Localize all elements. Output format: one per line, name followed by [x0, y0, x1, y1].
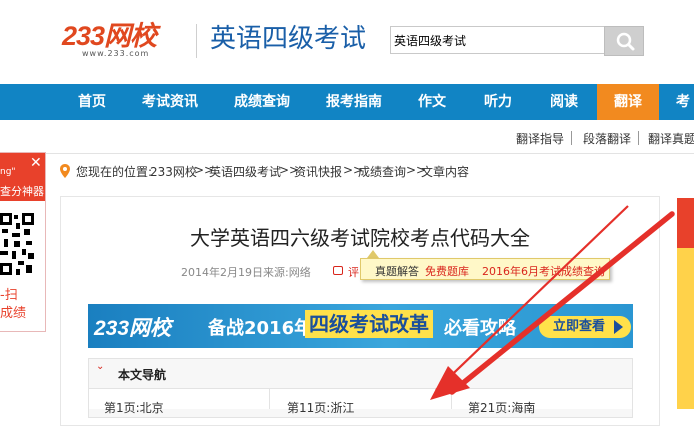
toc-item[interactable]: 第11页:浙江: [287, 399, 354, 416]
logo-brand: 233网校: [62, 21, 157, 51]
floating-ad-line3: -扫: [0, 288, 18, 303]
toc-item[interactable]: 第1页:北京: [104, 399, 164, 416]
breadcrumb-item[interactable]: 资讯快报: [294, 163, 342, 180]
search-input[interactable]: [390, 26, 604, 54]
toc-row: [89, 389, 632, 409]
toc-separator: [269, 389, 270, 409]
tooltip-link-free-questions[interactable]: 免费题库: [425, 263, 469, 279]
floating-ad-line2: 查分神器: [0, 185, 44, 198]
qr-code-icon: [0, 213, 34, 279]
subnav-divider: [0, 153, 694, 154]
subnav-paragraph-translation[interactable]: 段落翻译: [583, 130, 631, 147]
article-source: 来源:网络: [263, 266, 311, 279]
nav-item-score-query[interactable]: 成绩查询: [226, 84, 298, 120]
location-pin-icon: [60, 164, 70, 178]
side-ad-accent: [677, 198, 694, 248]
subnav-translation-guide[interactable]: 翻译指导: [516, 130, 564, 147]
nav-item-exam[interactable]: 考: [676, 84, 694, 120]
subnav-separator: [571, 131, 572, 145]
site-title[interactable]: 英语四级考试: [210, 22, 366, 56]
nav-item-writing[interactable]: 作文: [406, 84, 458, 120]
nav-item-exam-news[interactable]: 考试资讯: [134, 84, 206, 120]
tooltip-arrow: [367, 250, 379, 258]
floating-ad-text: -扫 成绩: [0, 287, 26, 323]
toc-separator: [451, 389, 452, 409]
breadcrumb-item[interactable]: 233网校: [150, 163, 197, 180]
comment-icon[interactable]: [333, 266, 343, 275]
banner-text: 必看攻略: [444, 318, 516, 339]
banner-highlight: 四级考试改革: [305, 310, 433, 338]
article-title: 大学英语四六级考试院校考点代码大全: [190, 226, 530, 250]
banner-logo: 233网校: [94, 317, 172, 340]
nav-item-translation[interactable]: 翻译: [597, 84, 659, 120]
search-icon: [616, 32, 635, 51]
site-logo[interactable]: 233网校 www.233.com: [62, 22, 184, 62]
nav-item-registration-guide[interactable]: 报考指南: [318, 84, 390, 120]
subnav-translation-exams[interactable]: 翻译真题: [648, 130, 694, 147]
play-arrow-icon: [614, 320, 623, 334]
banner-text: 备战2016年: [208, 318, 313, 339]
breadcrumb-item[interactable]: 成绩查询: [358, 163, 406, 180]
floating-ad-line1: ng": [0, 167, 16, 177]
nav-item-listening[interactable]: 听力: [472, 84, 524, 120]
tooltip-link-score-query[interactable]: 2016年6月考试成绩查询: [482, 263, 605, 279]
search-button[interactable]: [604, 26, 644, 56]
floating-ad[interactable]: ng" 查分神器 ✕ -扫 成绩: [0, 152, 46, 332]
header-divider: [196, 24, 197, 58]
toc-item[interactable]: 第21页:海南: [468, 399, 535, 416]
comment-link[interactable]: 评: [348, 264, 359, 280]
toc-title: 本文导航: [118, 368, 167, 382]
breadcrumb-item[interactable]: 英语四级考试: [209, 163, 281, 180]
close-icon[interactable]: ✕: [30, 155, 42, 171]
breadcrumb-current: 文章内容: [421, 165, 470, 179]
breadcrumb-prefix: 您现在的位置:: [76, 165, 153, 179]
logo-domain: www.233.com: [82, 49, 150, 58]
nav-item-reading[interactable]: 阅读: [538, 84, 590, 120]
chevron-down-icon[interactable]: ⌄: [96, 361, 104, 372]
nav-item-home[interactable]: 首页: [64, 84, 120, 120]
article-date: 2014年2月19日: [181, 266, 263, 279]
subnav-separator: [638, 131, 639, 145]
tooltip-link-exam-answers[interactable]: 真题解答: [375, 263, 419, 279]
floating-ad-line4: 成绩: [0, 306, 27, 321]
